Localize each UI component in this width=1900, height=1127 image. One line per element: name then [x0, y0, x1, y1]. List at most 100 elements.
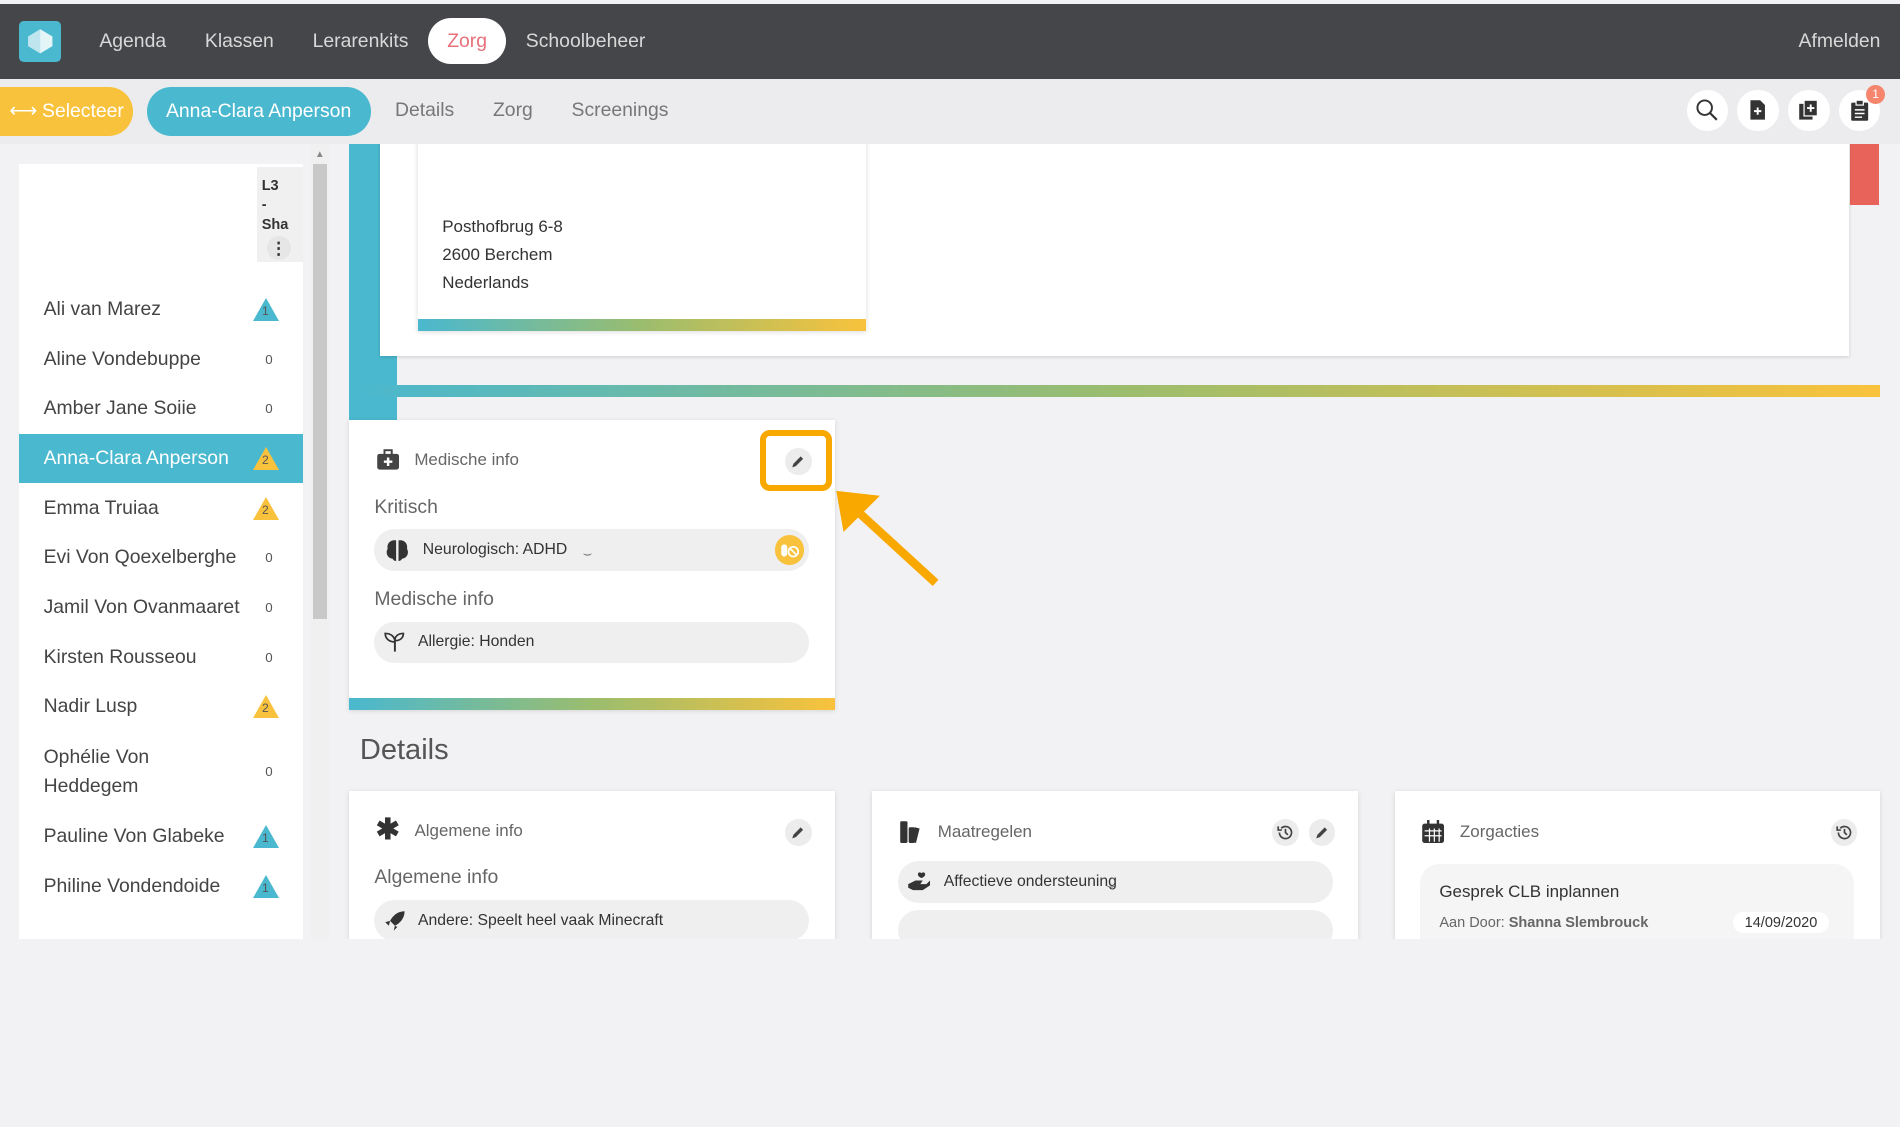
nav-schoolbeheer[interactable]: Schoolbeheer	[506, 18, 664, 64]
care-count: 2	[262, 502, 269, 517]
critical-item-text: Neurologisch: ADHD	[422, 541, 568, 559]
main-content: Posthofbrug 6-8 2600 Berchem Nederlands …	[330, 144, 1900, 939]
copy-document-button[interactable]	[1788, 89, 1830, 131]
nav-zorg[interactable]: Zorg	[427, 18, 507, 65]
edit-button[interactable]	[785, 819, 812, 846]
student-list-item[interactable]: Pauline Von Glabeke 1	[19, 812, 303, 862]
highlight-box	[759, 430, 833, 491]
top-navigation-bar: Agenda Klassen Lerarenkits Zorg Schoolbe…	[0, 3, 1900, 79]
student-list-item[interactable]: Nadir Lusp 2	[19, 682, 303, 732]
sidebar-scrollbar[interactable]: ▲	[310, 144, 330, 939]
class-code-line: -	[261, 197, 267, 214]
tab-screenings[interactable]: Screenings	[552, 87, 688, 134]
general-info-label: Algemene info	[374, 866, 499, 889]
warning-triangle-icon: 2	[252, 695, 279, 719]
student-name: Aline Vondebuppe	[43, 347, 201, 370]
address-city: 2600 Berchem	[442, 245, 553, 265]
hand-holding-heart-icon	[908, 872, 931, 891]
student-list-item[interactable]: Ophélie Von Heddegem 0	[19, 732, 303, 812]
sidebar-header: L3 - Sha	[19, 164, 303, 285]
history-button[interactable]	[1272, 819, 1299, 846]
scrollbar-thumb[interactable]	[312, 163, 328, 620]
nav-lerarenkits[interactable]: Lerarenkits	[293, 18, 428, 64]
selected-student-pill[interactable]: Anna-Clara Anperson	[146, 87, 371, 136]
notification-badge: 1	[1865, 84, 1886, 105]
care-count: 0	[265, 764, 273, 780]
asterisk-icon: ✱	[375, 814, 400, 847]
measure-chip[interactable]: Affectieve ondersteuning ⌣	[897, 861, 1333, 903]
seedling-icon	[384, 632, 405, 652]
care-count: 0	[265, 351, 273, 367]
care-count: 0	[265, 401, 273, 417]
search-button[interactable]	[1686, 89, 1728, 131]
card-header: Maatregelen	[899, 820, 1032, 844]
decorative-corner	[1850, 144, 1880, 205]
care-count: 2	[262, 453, 269, 468]
history-icon	[1835, 825, 1851, 840]
student-name: Kirsten Rousseou	[43, 645, 197, 668]
student-tabs: Details Zorg Screenings	[376, 87, 688, 134]
student-list-item[interactable]: Ali van Marez 1	[19, 285, 303, 335]
care-action-meta: Aan Door: Shanna Slembrouck	[1439, 915, 1648, 931]
history-icon	[1277, 825, 1293, 840]
measure-chip[interactable]	[897, 909, 1333, 939]
student-list-item[interactable]: Evi Von Qoexelberghe 0	[19, 533, 303, 583]
chevron-down-icon[interactable]: ⌣	[583, 546, 593, 562]
student-name: Ophélie Von Heddegem	[43, 745, 150, 797]
edit-button[interactable]	[1308, 819, 1336, 846]
more-options-icon[interactable]: ⋮	[266, 236, 291, 261]
brain-icon	[386, 540, 409, 561]
tab-zorg[interactable]: Zorg	[474, 87, 553, 134]
medical-info-chip[interactable]: Allergie: Honden	[374, 621, 810, 663]
care-count: 1	[262, 304, 269, 319]
warning-triangle-icon: 1	[252, 825, 279, 849]
student-name: Nadir Lusp	[43, 695, 138, 718]
care-action-item[interactable]: Gesprek CLB inplannen Aan Door: Shanna S…	[1419, 863, 1854, 939]
student-name: Philine Vondendoide	[43, 874, 221, 897]
warning-triangle-icon: 2	[252, 496, 279, 520]
care-count: 0	[265, 649, 273, 665]
copy-plus-icon	[1799, 99, 1819, 120]
medication-icon[interactable]	[775, 535, 805, 565]
card-header: Medische info	[376, 449, 519, 471]
nav-agenda[interactable]: Agenda	[80, 18, 186, 64]
care-count: 1	[262, 831, 269, 846]
pencil-icon	[1315, 827, 1327, 839]
student-list-item[interactable]: Amber Jane Soiie 0	[19, 384, 303, 434]
student-list-item[interactable]: Aline Vondebuppe 0	[19, 334, 303, 384]
student-name: Anna-Clara Anperson	[43, 447, 229, 470]
add-document-button[interactable]	[1737, 89, 1779, 131]
general-info-text: Andere: Speelt heel vaak Minecraft	[417, 911, 664, 929]
calendar-icon	[1422, 820, 1445, 844]
history-button[interactable]	[1830, 819, 1858, 846]
address-street: Posthofbrug 6-8	[442, 217, 563, 237]
file-plus-icon	[1750, 100, 1766, 120]
clipboard-button[interactable]: 1	[1839, 84, 1886, 131]
measure-text: Affectieve ondersteuning	[943, 873, 1117, 891]
student-list-item[interactable]: Kirsten Rousseou 0	[19, 632, 303, 682]
nav-klassen[interactable]: Klassen	[186, 18, 294, 64]
arrows-horizontal-icon: ⟷	[9, 100, 38, 123]
card-title: Zorgacties	[1459, 822, 1540, 842]
logout-link[interactable]: Afmelden	[1799, 30, 1881, 53]
care-action-title: Gesprek CLB inplannen	[1439, 882, 1620, 902]
card-header: ✱ Algemene info	[375, 814, 523, 847]
critical-item-chip[interactable]: Neurologisch: ADHD ⌣	[374, 529, 810, 571]
general-info-chip[interactable]: Andere: Speelt heel vaak Minecraft	[374, 900, 810, 939]
select-button[interactable]: ⟷ Selecteer	[0, 87, 134, 136]
student-list-item[interactable]: Philine Vondendoide 1	[19, 861, 303, 911]
chevron-down-icon[interactable]: ⌣	[1106, 878, 1116, 894]
tab-details[interactable]: Details	[376, 87, 474, 134]
care-count: 0	[265, 550, 273, 566]
care-actions-card: Zorgacties Gesprek CLB inplannen Aan Doo…	[1394, 791, 1881, 939]
student-list-sidebar: L3 - Sha ⋮ Ali van Marez 1 Aline Vondebupp…	[19, 163, 303, 939]
app-logo-icon[interactable]	[19, 20, 61, 62]
class-code-line: L3	[261, 177, 279, 194]
care-count: 1	[262, 880, 269, 895]
student-list-item[interactable]: Jamil Von Ovanmaaret 0	[19, 583, 303, 633]
scroll-up-icon[interactable]: ▲	[315, 149, 325, 160]
address-country: Nederlands	[442, 272, 529, 292]
medical-info-label: Medische info	[374, 587, 494, 610]
student-list-item[interactable]: Anna-Clara Anperson 2	[19, 433, 303, 484]
student-list-item[interactable]: Emma Truiaa 2	[19, 483, 303, 533]
